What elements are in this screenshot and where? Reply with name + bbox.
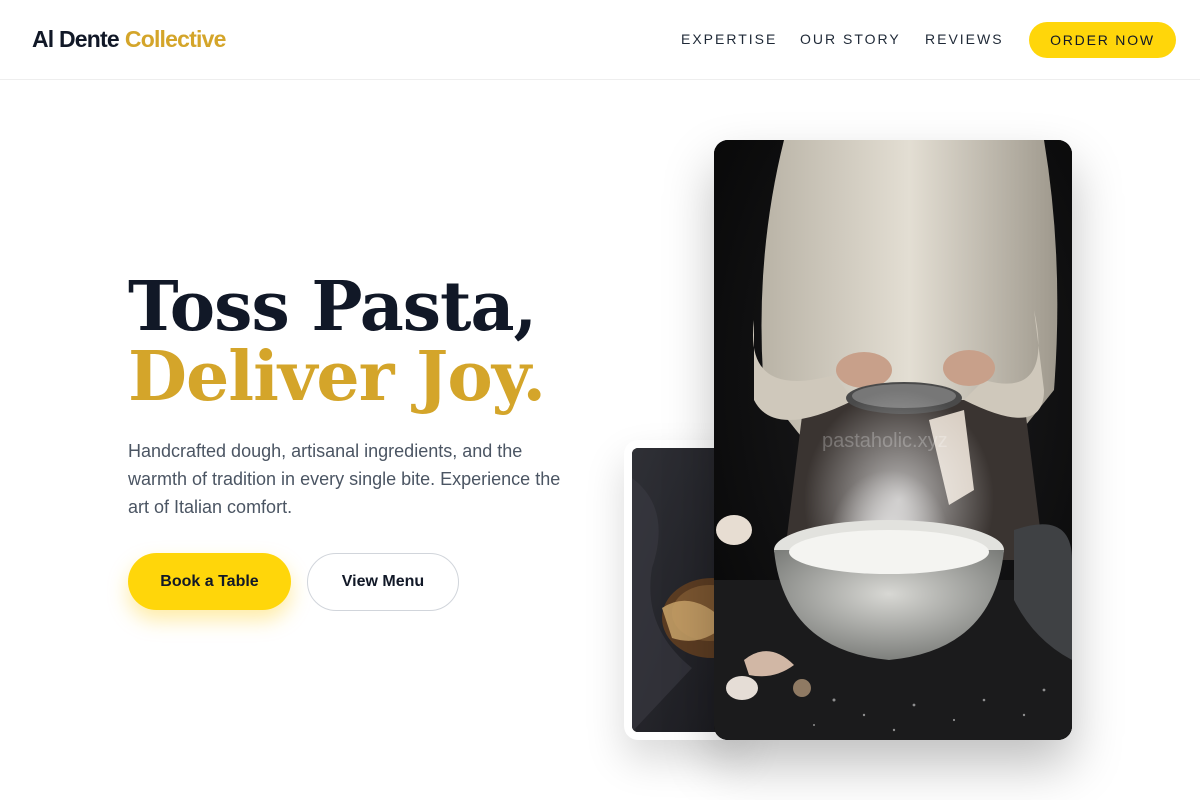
order-now-button[interactable]: ORDER NOW bbox=[1029, 22, 1176, 58]
nav-link-our-story[interactable]: OUR STORY bbox=[800, 31, 901, 47]
logo[interactable]: Al Dente Collective bbox=[32, 26, 226, 53]
hero-title: Toss Pasta, Deliver Joy. bbox=[128, 267, 546, 417]
hero-title-line2: Deliver Joy. bbox=[128, 337, 546, 417]
hero-subtitle: Handcrafted dough, artisanal ingredients… bbox=[128, 441, 561, 517]
logo-accent: Collective bbox=[124, 26, 226, 52]
nav-link-expertise[interactable]: EXPERTISE bbox=[681, 31, 777, 47]
logo-main: Al Dente bbox=[32, 26, 120, 52]
nav-link-reviews[interactable]: REVIEWS bbox=[925, 31, 1004, 47]
main-hero-image: pastaholic.xyz bbox=[714, 140, 1072, 740]
image-watermark: pastaholic.xyz bbox=[822, 430, 948, 452]
view-menu-button[interactable]: View Menu bbox=[307, 553, 459, 611]
site-header: Al Dente Collective EXPERTISE OUR STORY … bbox=[0, 0, 1200, 80]
hero-title-line1: Toss Pasta, bbox=[128, 267, 537, 347]
book-table-button[interactable]: Book a Table bbox=[128, 553, 291, 610]
